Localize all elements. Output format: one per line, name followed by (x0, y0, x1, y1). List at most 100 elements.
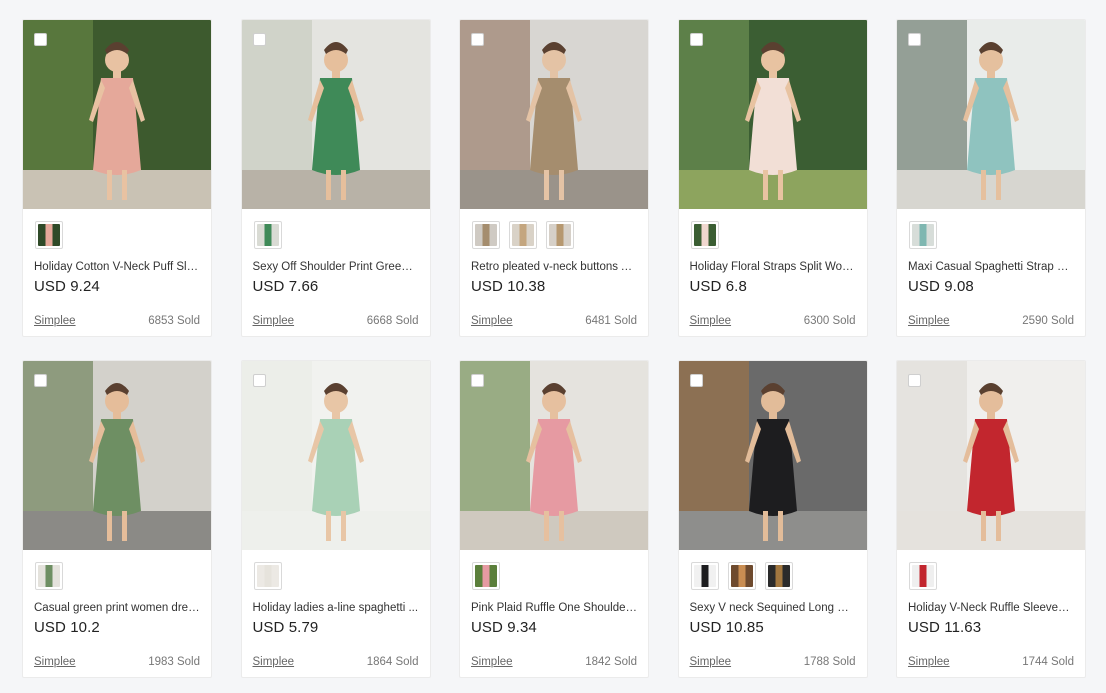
select-checkbox[interactable] (908, 33, 921, 46)
product-card[interactable]: Holiday Cotton V-Neck Puff Sle... USD 9.… (22, 19, 212, 337)
product-price: USD 6.8 (689, 278, 747, 295)
product-meta: Simplee 1788 Sold (690, 656, 856, 668)
swatch-thumbnail (38, 224, 60, 246)
color-swatches (460, 550, 648, 590)
product-title[interactable]: Holiday Cotton V-Neck Puff Sle... (34, 261, 200, 273)
color-swatch[interactable] (35, 562, 63, 590)
product-card[interactable]: Holiday ladies a-line spaghetti ... USD … (240, 360, 431, 678)
store-link[interactable]: Simplee (908, 315, 950, 327)
swatch-thumbnail (912, 565, 934, 587)
select-checkbox[interactable] (689, 33, 703, 46)
product-title[interactable]: Holiday ladies a-line spaghetti ... (253, 602, 419, 614)
store-link[interactable]: Simplee (690, 656, 732, 668)
swatch-thumbnail (912, 224, 934, 246)
select-checkbox[interactable] (908, 374, 921, 387)
product-photo[interactable] (241, 361, 430, 550)
swatch-thumbnail (38, 565, 60, 587)
product-card[interactable]: Maxi Casual Spaghetti Strap Cr... USD 9.… (896, 19, 1086, 337)
swatch-thumbnail (256, 565, 279, 587)
select-checkbox[interactable] (471, 374, 484, 387)
color-swatch[interactable] (727, 562, 756, 590)
product-photo-image (23, 361, 211, 550)
product-photo[interactable] (678, 361, 867, 550)
color-swatch[interactable] (690, 221, 719, 249)
color-swatch[interactable] (472, 562, 500, 590)
store-link[interactable]: Simplee (471, 656, 513, 668)
color-swatch[interactable] (909, 221, 937, 249)
sold-count: 1788 Sold (803, 656, 856, 668)
sold-count: 1842 Sold (585, 656, 637, 668)
product-photo[interactable] (241, 20, 430, 209)
color-swatches (897, 209, 1085, 249)
swatch-thumbnail (512, 224, 534, 246)
select-checkbox[interactable] (252, 33, 266, 46)
swatch-thumbnail (767, 565, 790, 587)
product-title[interactable]: Maxi Casual Spaghetti Strap Cr... (908, 261, 1074, 273)
sold-count: 2590 Sold (1022, 315, 1074, 327)
product-photo[interactable] (460, 361, 648, 550)
select-checkbox[interactable] (471, 33, 484, 46)
product-photo-image (460, 361, 648, 550)
store-link[interactable]: Simplee (34, 656, 76, 668)
product-title[interactable]: Sexy Off Shoulder Print Green ... (253, 261, 419, 273)
product-meta: Simplee 6853 Sold (34, 315, 200, 327)
product-card[interactable]: Sexy Off Shoulder Print Green ... USD 7.… (240, 19, 431, 337)
product-price: USD 10.85 (689, 619, 764, 636)
product-price: USD 9.24 (34, 278, 100, 295)
product-card[interactable]: Holiday Floral Straps Split Wom... USD 6… (677, 19, 868, 337)
store-link[interactable]: Simplee (471, 315, 513, 327)
product-photo[interactable] (678, 20, 867, 209)
color-swatches (679, 209, 867, 249)
product-card[interactable]: Pink Plaid Ruffle One Shoulder ... USD 9… (459, 360, 649, 678)
store-link[interactable]: Simplee (690, 315, 732, 327)
sold-count: 1744 Sold (1022, 656, 1074, 668)
product-photo[interactable] (23, 20, 211, 209)
product-card[interactable]: Sexy V neck Sequined Long Dre... USD 10.… (677, 360, 868, 678)
select-checkbox[interactable] (34, 33, 47, 46)
product-photo[interactable] (897, 361, 1085, 550)
product-meta: Simplee 1744 Sold (908, 656, 1074, 668)
color-swatch[interactable] (253, 562, 282, 590)
product-photo[interactable] (897, 20, 1085, 209)
product-price: USD 10.38 (471, 278, 546, 295)
swatch-thumbnail (693, 224, 716, 246)
product-photo-image (678, 20, 867, 209)
select-checkbox[interactable] (252, 374, 266, 387)
product-price: USD 9.08 (908, 278, 974, 295)
product-photo-image (241, 20, 430, 209)
product-price: USD 11.63 (908, 619, 982, 636)
product-price: USD 9.34 (471, 619, 537, 636)
product-meta: Simplee 2590 Sold (908, 315, 1074, 327)
product-title[interactable]: Sexy V neck Sequined Long Dre... (690, 602, 856, 614)
store-link[interactable]: Simplee (253, 656, 295, 668)
product-title[interactable]: Pink Plaid Ruffle One Shoulder ... (471, 602, 637, 614)
select-checkbox[interactable] (689, 374, 703, 387)
product-card[interactable]: Holiday V-Neck Ruffle Sleeves L... USD 1… (896, 360, 1086, 678)
product-card[interactable]: Casual green print women dres... USD 10.… (22, 360, 212, 678)
product-title[interactable]: Retro pleated v-neck buttons A... (471, 261, 637, 273)
product-title[interactable]: Casual green print women dres... (34, 602, 200, 614)
color-swatch[interactable] (253, 221, 282, 249)
select-checkbox[interactable] (34, 374, 47, 387)
product-photo[interactable] (460, 20, 648, 209)
color-swatch[interactable] (546, 221, 574, 249)
product-title[interactable]: Holiday Floral Straps Split Wom... (690, 261, 856, 273)
color-swatch[interactable] (35, 221, 63, 249)
color-swatch[interactable] (690, 562, 719, 590)
store-link[interactable]: Simplee (34, 315, 76, 327)
color-swatches (23, 209, 211, 249)
store-link[interactable]: Simplee (253, 315, 295, 327)
product-photo[interactable] (23, 361, 211, 550)
sold-count: 6481 Sold (585, 315, 637, 327)
store-link[interactable]: Simplee (908, 656, 950, 668)
color-swatch[interactable] (909, 562, 937, 590)
product-card[interactable]: Retro pleated v-neck buttons A... USD 10… (459, 19, 649, 337)
product-photo-image (241, 361, 430, 550)
color-swatch[interactable] (509, 221, 537, 249)
sold-count: 6300 Sold (803, 315, 856, 327)
product-title[interactable]: Holiday V-Neck Ruffle Sleeves L... (908, 602, 1074, 614)
color-swatch[interactable] (472, 221, 500, 249)
color-swatches (242, 550, 430, 590)
color-swatches (679, 550, 867, 590)
color-swatch[interactable] (764, 562, 793, 590)
